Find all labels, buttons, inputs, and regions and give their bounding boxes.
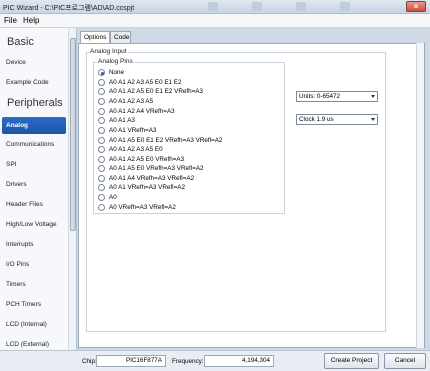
sidebar-item-lcd-internal[interactable]: LCD (Internal): [2, 316, 66, 333]
menu-file[interactable]: File: [4, 16, 17, 25]
radio[interactable]: [98, 204, 105, 211]
frequency-label: Frequency:: [172, 358, 204, 365]
menu-help[interactable]: Help: [23, 16, 39, 25]
sidebar-item-device[interactable]: Device: [2, 54, 66, 71]
sidebar-item-timers[interactable]: Timers: [2, 276, 66, 293]
radio[interactable]: [98, 108, 105, 115]
window-close-button[interactable]: ×: [406, 1, 426, 12]
radio[interactable]: [98, 79, 105, 86]
cancel-button[interactable]: Cancel: [384, 353, 426, 369]
sidebar-item-high-low-voltage[interactable]: High/Low Voltage: [2, 216, 66, 233]
radio-selected[interactable]: [98, 69, 105, 76]
toolbar-ghost-icon: [208, 2, 218, 11]
sidebar: Basic Device Example Code Peripherals An…: [0, 28, 77, 354]
analog-pins-title: Analog Pins: [97, 58, 134, 65]
sidebar-item-header-files[interactable]: Header Files: [2, 196, 66, 213]
sidebar-item-io-pins[interactable]: I/O Pins: [2, 256, 66, 273]
chevron-down-icon: [371, 95, 375, 98]
radio[interactable]: [98, 127, 105, 134]
units-select[interactable]: Units: 0-65472: [296, 91, 378, 102]
sidebar-scroll-thumb[interactable]: [70, 38, 76, 231]
sidebar-item-drivers[interactable]: Drivers: [2, 176, 66, 193]
window-title: PIC Wizard - C:\PIC프로그램\AD\AD.ccspjt: [3, 5, 135, 12]
clock-select-value: Clock 1.9 us: [299, 116, 334, 123]
radio[interactable]: [98, 88, 105, 95]
clock-select[interactable]: Clock 1.9 us: [296, 114, 378, 125]
section-peripherals: Peripherals: [7, 97, 63, 109]
radio[interactable]: [98, 117, 105, 124]
section-basic: Basic: [7, 36, 34, 48]
toolbar-ghost-icon: [252, 2, 262, 11]
tab-code[interactable]: Code: [110, 31, 131, 43]
sidebar-item-spi[interactable]: SPI: [2, 156, 66, 173]
analog-input-title: Analog Input: [89, 48, 128, 55]
sidebar-item-pch-timers[interactable]: PCH Timers: [2, 296, 66, 313]
chevron-down-icon: [371, 118, 375, 121]
frequency-value: 4,194,304: [204, 355, 274, 367]
radio[interactable]: [98, 98, 105, 105]
panel-scrollbar[interactable]: [416, 43, 424, 348]
radio[interactable]: [98, 165, 105, 172]
radio[interactable]: [98, 184, 105, 191]
radio[interactable]: [98, 194, 105, 201]
sidebar-item-interrupts[interactable]: Interrupts: [2, 236, 66, 253]
radio[interactable]: [98, 156, 105, 163]
sidebar-item-communications[interactable]: Communications: [2, 136, 66, 153]
sidebar-item-example-code[interactable]: Example Code: [2, 74, 66, 91]
toolbar-ghost-icon: [296, 2, 306, 11]
radio[interactable]: [98, 146, 105, 153]
create-project-button[interactable]: Create Project: [324, 353, 379, 369]
sidebar-item-analog[interactable]: Analog: [2, 117, 66, 134]
radio[interactable]: [98, 137, 105, 144]
toolbar-ghost-icon: [340, 2, 350, 11]
radio[interactable]: [98, 175, 105, 182]
sidebar-scrollbar[interactable]: [68, 28, 76, 354]
chip-value: PIC16F877A: [96, 355, 166, 367]
menu-bar: File Help: [0, 14, 430, 28]
title-bar: PIC Wizard - C:\PIC프로그램\AD\AD.ccspjt ×: [0, 0, 430, 14]
units-select-value: Units: 0-65472: [299, 93, 340, 100]
chip-label: Chip:: [82, 358, 97, 365]
status-bar: Chip: PIC16F877A Frequency: 4,194,304 Cr…: [0, 350, 430, 371]
